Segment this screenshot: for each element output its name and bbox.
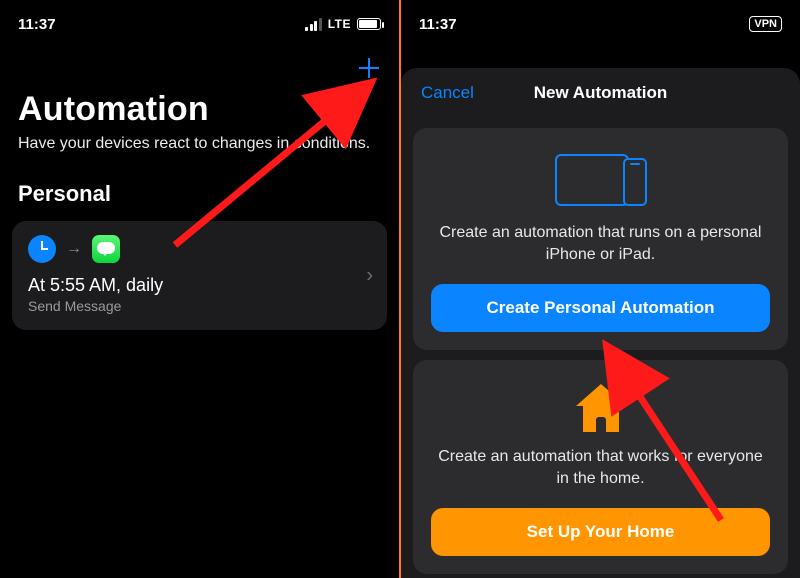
- iphone-icon: [623, 158, 647, 206]
- page-title: Automation: [18, 90, 381, 129]
- add-button[interactable]: [357, 56, 381, 80]
- ipad-icon: [555, 154, 629, 206]
- status-right-cluster: LTE: [305, 17, 381, 31]
- automation-title: At 5:55 AM, daily: [28, 275, 371, 296]
- automation-card[interactable]: → At 5:55 AM, daily Send Message ›: [12, 221, 387, 330]
- personal-desc: Create an automation that runs on a pers…: [431, 222, 770, 266]
- status-right-cluster: VPN: [749, 16, 782, 32]
- section-personal-label: Personal: [18, 181, 381, 207]
- home-automation-card: Create an automation that works for ever…: [413, 360, 788, 574]
- arrow-right-icon: →: [66, 240, 82, 258]
- create-personal-automation-button[interactable]: Create Personal Automation: [431, 284, 770, 332]
- clock-icon: [28, 235, 56, 263]
- personal-automation-card: Create an automation that runs on a pers…: [413, 128, 788, 350]
- vpn-badge: VPN: [749, 16, 782, 32]
- home-icon: [431, 382, 770, 432]
- automation-icon-row: →: [28, 235, 371, 263]
- chevron-right-icon: ›: [366, 264, 373, 287]
- signal-icon: [305, 18, 322, 31]
- set-up-home-button[interactable]: Set Up Your Home: [431, 508, 770, 556]
- composite-screenshot: 11:37 LTE Automation Have your devices r…: [0, 0, 800, 578]
- network-label: LTE: [328, 17, 351, 31]
- status-time: 11:37: [419, 16, 457, 33]
- devices-icon: [431, 150, 770, 206]
- new-automation-sheet: Cancel New Automation Create an automati…: [401, 68, 800, 578]
- status-bar: 11:37 LTE: [0, 0, 399, 40]
- sheet-title: New Automation: [534, 83, 667, 103]
- battery-icon: [357, 18, 381, 30]
- page-subtitle: Have your devices react to changes in co…: [18, 133, 381, 155]
- sheet-header: Cancel New Automation: [413, 68, 788, 118]
- right-screen: 11:37 VPN Cancel New Automation Create a…: [401, 0, 800, 578]
- cancel-button[interactable]: Cancel: [421, 83, 474, 103]
- automation-subtitle: Send Message: [28, 298, 371, 314]
- messages-icon: [92, 235, 120, 263]
- status-bar: 11:37 VPN: [401, 0, 800, 40]
- left-screen: 11:37 LTE Automation Have your devices r…: [0, 0, 399, 578]
- home-desc: Create an automation that works for ever…: [431, 446, 770, 490]
- status-time: 11:37: [18, 16, 56, 33]
